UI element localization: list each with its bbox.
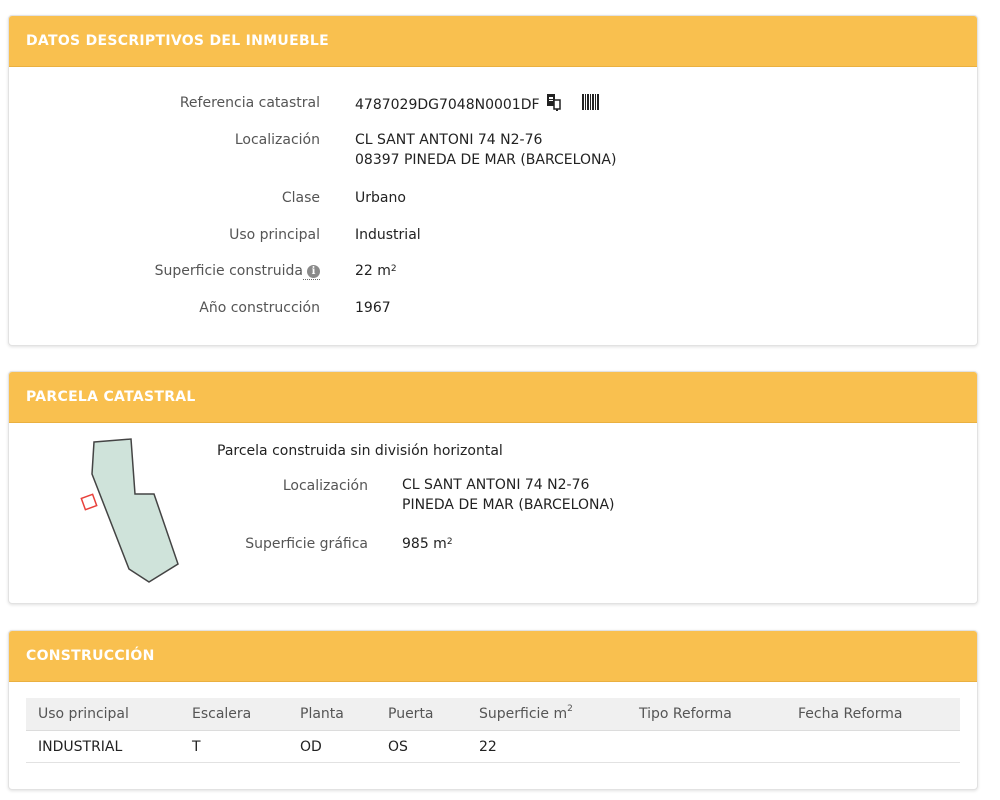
ref-catastral-row: 4787029DG7048N0001DF xyxy=(355,93,600,117)
parcela-title: Parcela construida sin división horizont… xyxy=(217,443,503,459)
superficie-construida-number: 22 m xyxy=(355,263,391,279)
superficie-grafica-exp: 2 xyxy=(446,537,453,547)
localizacion-value: CL SANT ANTONI 74 N2-76 08397 PINEDA DE … xyxy=(355,130,616,170)
parcela-localizacion-value: CL SANT ANTONI 74 N2-76 PINEDA DE MAR (B… xyxy=(402,475,615,515)
col-superficie-text: Superficie m xyxy=(479,706,568,722)
cell-uso-principal: INDUSTRIAL xyxy=(26,730,180,763)
cell-superficie: 22 xyxy=(467,730,627,763)
localizacion-label: Localización xyxy=(234,132,320,148)
clase-label: Clase xyxy=(281,190,320,206)
parcel-map-thumbnail[interactable] xyxy=(74,434,194,586)
table-header-row: Uso principal Escalera Planta Puerta Sup… xyxy=(26,698,960,731)
cell-tipo-reforma xyxy=(627,730,786,763)
uso-principal-value: Industrial xyxy=(355,227,421,243)
col-fecha-reforma: Fecha Reforma xyxy=(786,698,960,731)
localizacion-line2: 08397 PINEDA DE MAR (BARCELONA) xyxy=(355,152,617,168)
construccion-table: Uso principal Escalera Planta Puerta Sup… xyxy=(26,698,960,763)
info-icon-wrap[interactable]: i xyxy=(303,263,320,280)
info-icon[interactable]: i xyxy=(307,264,320,278)
panel-datos-descriptivos: DATOS DESCRIPTIVOS DEL INMUEBLE Referenc… xyxy=(8,15,978,346)
superficie-construida-label: Superficie construida i xyxy=(154,263,320,280)
superficie-grafica-number: 985 m xyxy=(402,536,447,552)
cell-planta: OD xyxy=(288,730,376,763)
panel-header-datos: DATOS DESCRIPTIVOS DEL INMUEBLE xyxy=(9,16,977,67)
clase-value: Urbano xyxy=(355,190,406,206)
col-planta: Planta xyxy=(288,698,376,731)
col-puerta: Puerta xyxy=(376,698,467,731)
panel-header-construccion: CONSTRUCCIÓN xyxy=(9,631,977,682)
superficie-construida-value: 22 m2 xyxy=(355,261,397,281)
anio-construccion-value: 1967 xyxy=(355,300,391,316)
col-superficie: Superficie m2 xyxy=(467,698,627,731)
superficie-grafica-label: Superficie gráfica xyxy=(245,536,368,552)
copy-icon[interactable] xyxy=(546,93,562,117)
col-tipo-reforma: Tipo Reforma xyxy=(627,698,786,731)
panel-parcela-catastral: PARCELA CATASTRAL Parcela construida sin… xyxy=(8,371,978,604)
parcela-loc-line1: CL SANT ANTONI 74 N2-76 xyxy=(402,477,590,493)
table-row: INDUSTRIAL T OD OS 22 xyxy=(26,730,960,763)
superficie-grafica-value: 985 m2 xyxy=(402,534,453,554)
panel-header-parcela: PARCELA CATASTRAL xyxy=(9,372,977,423)
barcode-icon[interactable] xyxy=(582,94,600,116)
panel-construccion: CONSTRUCCIÓN Uso principal Escalera Plan… xyxy=(8,630,978,790)
parcela-loc-line2: PINEDA DE MAR (BARCELONA) xyxy=(402,497,615,513)
parcel-highlight xyxy=(80,493,98,511)
col-escalera: Escalera xyxy=(180,698,288,731)
ref-catastral-label: Referencia catastral xyxy=(179,95,320,111)
col-superficie-exp: 2 xyxy=(567,704,573,714)
col-uso-principal: Uso principal xyxy=(26,698,180,731)
cell-puerta: OS xyxy=(376,730,467,763)
cell-escalera: T xyxy=(180,730,288,763)
uso-principal-label: Uso principal xyxy=(229,227,320,243)
cell-fecha-reforma xyxy=(786,730,960,763)
parcel-shape xyxy=(91,438,179,583)
localizacion-line1: CL SANT ANTONI 74 N2-76 xyxy=(355,132,543,148)
ref-catastral-value: 4787029DG7048N0001DF xyxy=(355,97,540,113)
superficie-construida-text: Superficie construida xyxy=(154,263,303,279)
parcela-localizacion-label: Localización xyxy=(282,478,368,494)
superficie-exp: 2 xyxy=(390,264,397,274)
anio-construccion-label: Año construcción xyxy=(199,300,320,316)
